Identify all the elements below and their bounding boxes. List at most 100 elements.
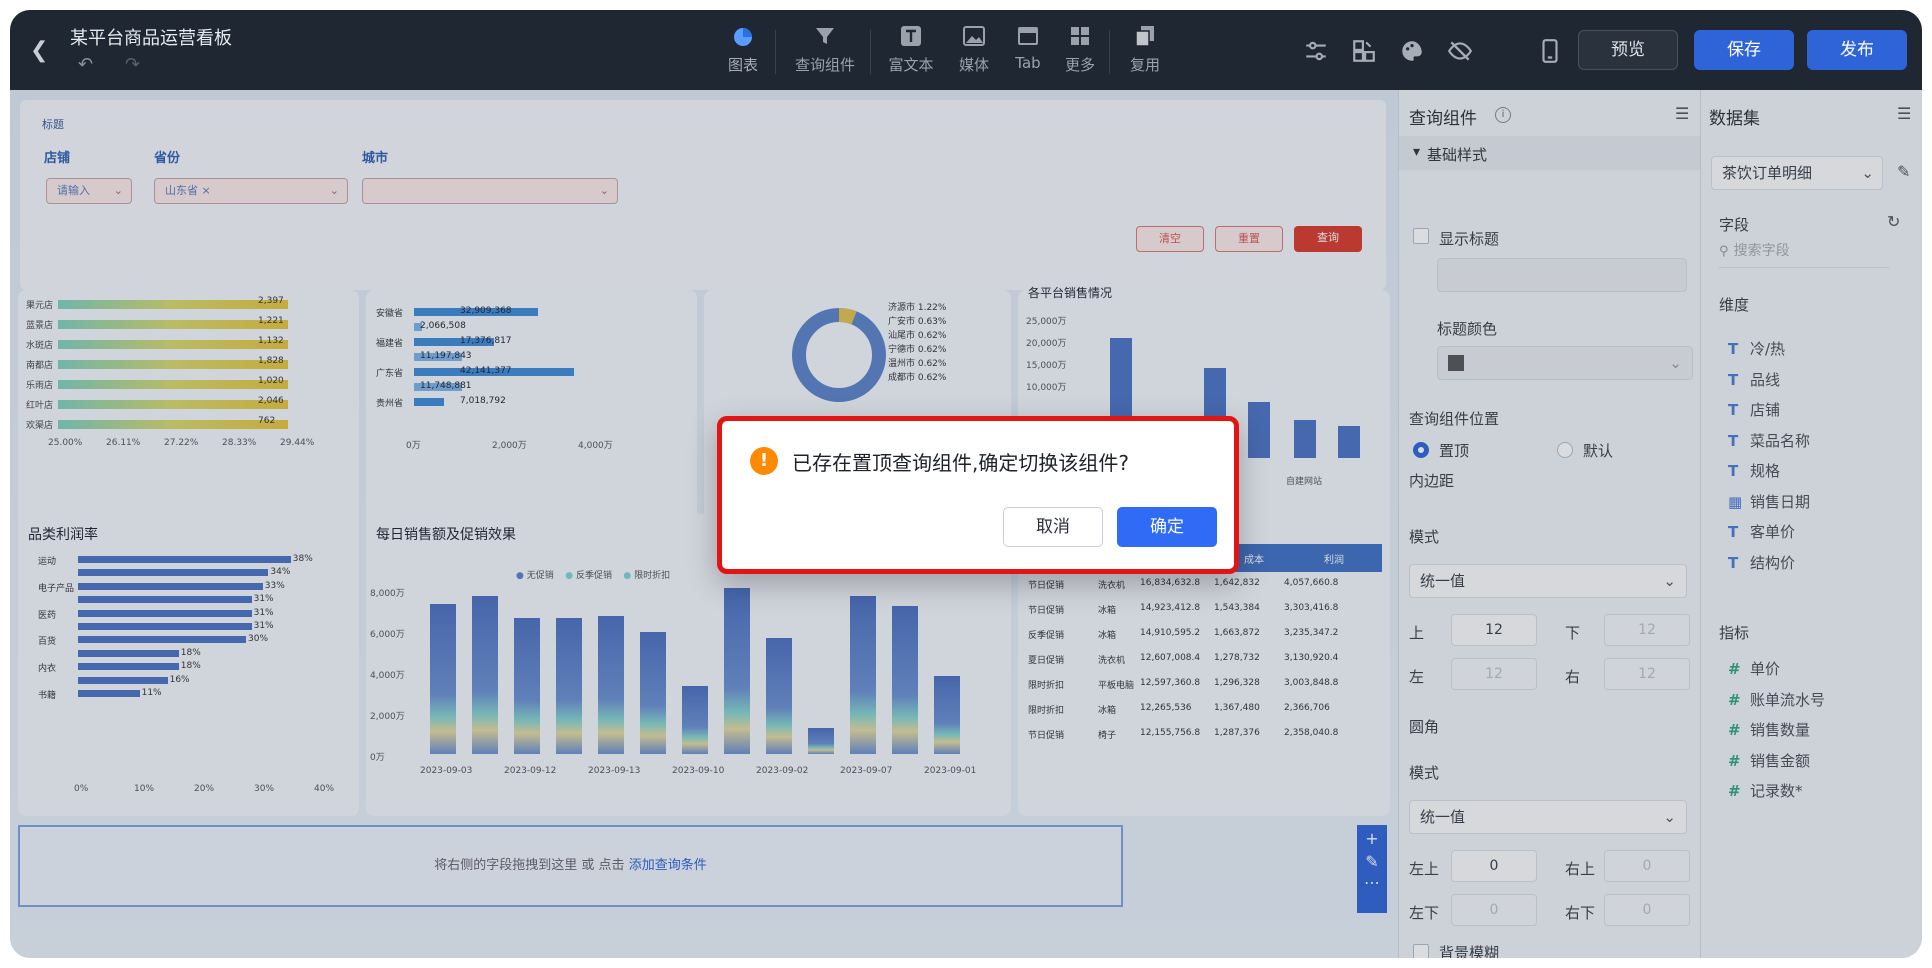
edit-icon[interactable]: ✎ <box>1357 852 1387 871</box>
radius-tr-input[interactable]: 0 <box>1604 850 1690 882</box>
preview-button[interactable]: 预览 <box>1578 30 1678 70</box>
field-search[interactable]: ⚲ 搜索字段 <box>1719 240 1889 268</box>
metric-field[interactable]: # 销售金额 <box>1728 750 1810 771</box>
padding-mode-select[interactable]: 统一值 ⌄ <box>1409 564 1687 598</box>
top-toolbar: ❮ 某平台商品运营看板 ↶ ↷ 图表 查询组件 富文本 媒体 Tab 更多 复用… <box>10 10 1922 90</box>
dimension-field[interactable]: T 冷/热 <box>1728 338 1785 359</box>
radius-mode-select[interactable]: 统一值 ⌄ <box>1409 800 1687 834</box>
store-bar <box>58 320 288 329</box>
pad-bottom-input[interactable]: 12 <box>1604 614 1690 646</box>
profit-bar <box>78 596 252 604</box>
radio-top[interactable] <box>1413 442 1429 458</box>
radius-tl-input[interactable]: 0 <box>1451 850 1537 882</box>
padding-label: 内边距 <box>1409 472 1455 490</box>
tool-richtext[interactable]: 富文本 <box>888 24 934 75</box>
query-button[interactable]: 查询 <box>1294 226 1362 252</box>
pad-right-input[interactable]: 12 <box>1604 658 1690 690</box>
table-cell: 限时折扣 <box>1028 706 1065 716</box>
radius-bl-input[interactable]: 0 <box>1451 894 1537 926</box>
eye-off-icon[interactable] <box>1447 38 1473 64</box>
city-select[interactable]: ⌄ <box>362 178 618 204</box>
layout-icon[interactable] <box>1351 38 1377 64</box>
publish-button[interactable]: 发布 <box>1807 30 1907 70</box>
radio-default[interactable] <box>1557 442 1573 458</box>
province-name: 贵州省 <box>376 399 404 409</box>
radius-br-input[interactable]: 0 <box>1604 894 1690 926</box>
dimension-field[interactable]: ▦ 销售日期 <box>1728 491 1810 512</box>
tool-chart[interactable]: 图表 <box>725 24 761 75</box>
daily-xtick: 2023-09-13 <box>588 766 641 776</box>
sliders-icon[interactable] <box>1303 38 1329 64</box>
confirm-button[interactable]: 确定 <box>1117 507 1217 547</box>
pad-top-input[interactable]: 12 <box>1451 614 1537 646</box>
tool-media[interactable]: 媒体 <box>956 24 992 75</box>
province-select[interactable]: 山东省 × ⌄ <box>154 178 348 204</box>
query-panel[interactable]: 标题 店铺 省份 城市 请输入 ⌄ 山东省 × ⌄ ⌄ 清空 重置 查询 <box>20 100 1386 290</box>
tool-reuse[interactable]: 复用 <box>1128 24 1162 75</box>
edit-icon[interactable]: ✎ <box>1897 162 1910 181</box>
reset-button[interactable]: 重置 <box>1215 226 1283 252</box>
store-select[interactable]: 请输入 ⌄ <box>46 178 132 204</box>
profit-tick: 10% <box>134 784 155 794</box>
pie-chart-icon <box>734 28 752 46</box>
redo-icon[interactable]: ↷ <box>125 54 140 75</box>
donut-label: 宁德市 0.62% <box>888 345 947 355</box>
table-cell: 椅子 <box>1098 731 1117 741</box>
save-button[interactable]: 保存 <box>1694 30 1794 70</box>
clear-button[interactable]: 清空 <box>1136 226 1204 252</box>
metric-field[interactable]: # 单价 <box>1728 658 1780 679</box>
dimension-field[interactable]: T 菜品名称 <box>1728 430 1810 451</box>
number-field-icon: # <box>1728 721 1741 739</box>
dimension-field[interactable]: T 结构价 <box>1728 552 1795 573</box>
menu-icon[interactable]: ☰ <box>1897 104 1911 123</box>
profit-tick: 40% <box>314 784 335 794</box>
chevron-down-icon: ⌄ <box>1669 354 1682 372</box>
dimension-field[interactable]: T 店铺 <box>1728 399 1780 420</box>
dashboard-title[interactable]: 某平台商品运营看板 <box>70 24 232 50</box>
dataset-select[interactable]: 茶饮订单明细 ⌄ <box>1711 156 1883 190</box>
table-cell: 冰箱 <box>1098 606 1117 616</box>
info-icon[interactable]: i <box>1495 107 1511 123</box>
chevron-down-icon: ⌄ <box>599 184 609 197</box>
close-icon[interactable]: × <box>202 184 211 197</box>
refresh-icon[interactable]: ↻ <box>1887 212 1900 231</box>
menu-icon[interactable]: ☰ <box>1675 104 1689 123</box>
profit-bar <box>78 663 179 671</box>
store-name: 欢渠店 <box>26 421 54 431</box>
metric-field[interactable]: # 销售数量 <box>1728 719 1810 740</box>
cancel-button[interactable]: 取消 <box>1003 507 1103 547</box>
mobile-icon[interactable] <box>1537 38 1563 64</box>
channel-bar <box>1248 402 1270 458</box>
radius-bl-label: 左下 <box>1409 904 1440 922</box>
tool-query[interactable]: 查询组件 <box>793 24 857 75</box>
store-value: 2,046 <box>258 396 284 406</box>
title-input[interactable] <box>1437 258 1687 292</box>
tool-tab[interactable]: Tab <box>1013 24 1043 72</box>
metric-field[interactable]: # 账单流水号 <box>1728 689 1825 710</box>
query-drop-zone[interactable]: 将右侧的字段拖拽到这里 或 点击 添加查询条件 <box>18 825 1123 907</box>
blur-checkbox[interactable] <box>1413 944 1429 958</box>
more-icon[interactable]: ⋯ <box>1357 873 1387 892</box>
table-cell: 14,923,412.8 <box>1140 603 1201 613</box>
metric-field[interactable]: # 记录数* <box>1728 780 1803 801</box>
plus-icon[interactable]: + <box>1357 829 1387 848</box>
back-icon[interactable]: ❮ <box>30 40 52 62</box>
show-title-checkbox[interactable] <box>1413 228 1429 244</box>
section-basic-style[interactable]: ▾ 基础样式 <box>1399 136 1701 170</box>
undo-icon[interactable]: ↶ <box>78 54 93 75</box>
province-value: 2,066,508 <box>420 321 466 331</box>
dimension-field[interactable]: T 客单价 <box>1728 521 1795 542</box>
pad-left-input[interactable]: 12 <box>1451 658 1537 690</box>
store-bar <box>58 300 288 309</box>
profit-chart-card[interactable]: 品类利润率 运动 38% 34% 电子产品 33% 31% 医药 31% 31% 百货 30% 18%… <box>18 514 359 816</box>
donut-label: 温州市 0.62% <box>888 359 947 369</box>
dimension-field[interactable]: T 规格 <box>1728 460 1780 481</box>
panel-title: 查询组件 <box>1409 109 1477 129</box>
title-color-picker[interactable]: ⌄ <box>1437 346 1693 380</box>
add-query-link[interactable]: 添加查询条件 <box>629 858 707 873</box>
tool-more[interactable]: 更多 <box>1064 24 1096 75</box>
palette-icon[interactable] <box>1399 38 1425 64</box>
dimension-field[interactable]: T 品线 <box>1728 369 1780 390</box>
grid-icon <box>1071 27 1089 45</box>
store-name: 蓝景店 <box>26 321 54 331</box>
